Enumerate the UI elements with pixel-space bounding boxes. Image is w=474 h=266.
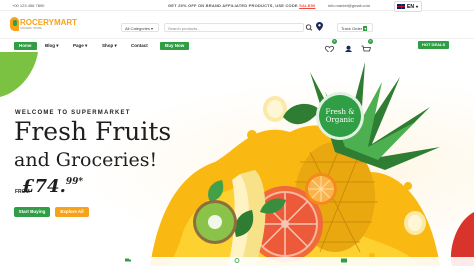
nav-blog[interactable]: Blog ▾ — [45, 42, 59, 50]
refresh-icon — [234, 258, 240, 263]
cart-button[interactable]: 0 — [361, 39, 373, 54]
search-input[interactable]: Search products... — [164, 23, 304, 32]
hero-banner: Fresh & Organic WELCOME TO SUPERMARKET F… — [0, 52, 474, 266]
logo[interactable]: ROCERYMART GROCERY STORE — [10, 17, 77, 31]
truck-icon — [125, 258, 131, 262]
wishlist-count: 0 — [332, 39, 337, 44]
nav-home[interactable]: Home — [14, 42, 37, 50]
nav-contact[interactable]: Contact — [131, 42, 148, 50]
logo-tagline: GROCERY STORE — [20, 26, 42, 30]
email-link[interactable]: info.market@gmail.com — [328, 3, 370, 8]
explore-all-button[interactable]: Explore All — [55, 207, 89, 217]
search-icon[interactable] — [304, 23, 314, 32]
language-selector[interactable]: EN ▾ — [394, 1, 422, 12]
main-nav: Home Blog ▾ Page ▾ Shop ▾ Contact Buy No… — [0, 38, 474, 54]
hero-eyebrow: WELCOME TO SUPERMARKET — [15, 110, 131, 116]
card-icon — [341, 258, 347, 263]
chevron-down-icon: ▾ — [415, 4, 418, 9]
account-button[interactable] — [344, 41, 353, 54]
chevron-down-icon: ▾ — [363, 26, 368, 31]
nav-page[interactable]: Page ▾ — [73, 42, 87, 50]
start-buying-button[interactable]: Start Buying — [14, 207, 50, 217]
location-pin-icon[interactable] — [316, 22, 323, 31]
hero-title-line2: and Groceries! — [14, 149, 158, 171]
nav-shop[interactable]: Shop ▾ — [102, 42, 117, 50]
header: ROCERYMART GROCERY STORE All Categories … — [0, 14, 474, 38]
language-label: EN — [407, 3, 414, 10]
uk-flag-icon — [397, 4, 405, 9]
phone-number[interactable]: +00 123 456 7890 — [12, 3, 44, 8]
promo-banner: GET 25% OFF ON BRAND AFFILIATED PRODUCTS… — [168, 3, 316, 8]
hero-title-line1: Fresh Fruits — [14, 117, 172, 146]
track-order-select[interactable]: Track Order ▾ — [337, 23, 373, 32]
category-select[interactable]: All Categories ▾ — [121, 23, 159, 32]
logo-accent: MART — [53, 17, 78, 27]
hero-price: £74.99* — [22, 176, 84, 197]
wishlist-button[interactable]: 0 — [325, 39, 337, 54]
logo-icon — [10, 17, 19, 31]
badge-line1: Fresh & — [325, 108, 355, 116]
hot-deals-button[interactable]: HOT DEALS — [418, 41, 450, 49]
fresh-organic-badge: Fresh & Organic — [316, 92, 364, 140]
logo-main: ROCERY — [20, 17, 54, 27]
cart-count: 0 — [368, 39, 373, 44]
badge-line2: Organic — [325, 116, 355, 124]
buy-now-button[interactable]: Buy Now — [160, 42, 190, 50]
promo-code[interactable]: SALE50 — [299, 3, 315, 8]
